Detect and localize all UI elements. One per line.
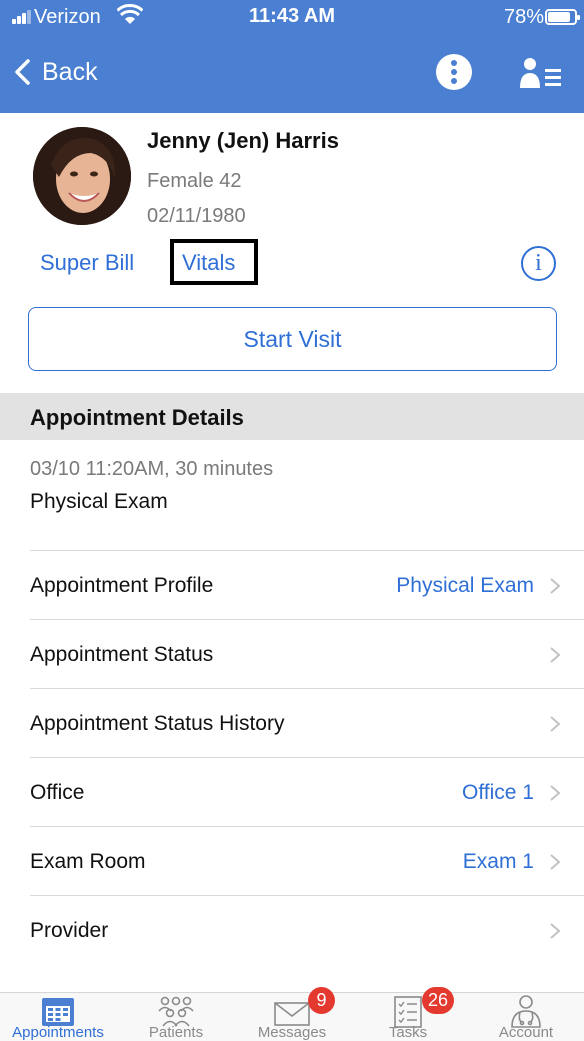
chevron-right-icon [550, 854, 561, 870]
row-value: Exam 1 [462, 850, 534, 873]
tab-label: Appointments [12, 1024, 104, 1041]
row-appointment-status[interactable]: Appointment Status [30, 619, 584, 688]
row-value: Office 1 [462, 781, 534, 804]
chevron-right-icon [550, 578, 561, 594]
section-title: Appointment Details [30, 405, 244, 430]
tab-label: Account [498, 1024, 554, 1041]
tab-label: Messages [257, 1024, 327, 1041]
row-value: Physical Exam [396, 574, 534, 597]
back-button[interactable]: Back [12, 50, 98, 94]
tab-bar: Appointments Patients 9 Messages 26 Task… [0, 987, 584, 1041]
appointment-time: 03/10 11:20AM, 30 minutes [30, 458, 274, 480]
row-provider[interactable]: Provider [30, 895, 584, 964]
patient-gender-age: Female 42 [147, 170, 242, 192]
patient-avatar [33, 127, 131, 225]
tasks-badge: 26 [422, 987, 455, 1014]
patient-name: Jenny (Jen) Harris [147, 128, 339, 153]
messages-badge: 9 [308, 987, 335, 1014]
tab-patients[interactable]: Patients [118, 993, 234, 1041]
row-appointment-status-history[interactable]: Appointment Status History [30, 688, 584, 757]
navigation-bar: Verizon 11:43 AM 78% Back [0, 0, 584, 113]
row-label: Office [30, 781, 85, 804]
appointment-details-header: Appointment Details [0, 393, 584, 440]
patient-dob: 02/11/1980 [147, 205, 246, 227]
more-options-icon[interactable] [436, 54, 472, 90]
info-icon[interactable]: i [521, 246, 556, 281]
row-office[interactable]: Office Office 1 [30, 757, 584, 826]
chevron-left-icon [15, 59, 30, 85]
super-bill-link[interactable]: Super Bill [40, 250, 134, 276]
chevron-right-icon [550, 923, 561, 939]
start-visit-button[interactable]: Start Visit [28, 307, 557, 371]
chevron-right-icon [550, 647, 561, 663]
chevron-right-icon [550, 785, 561, 801]
back-label: Back [42, 57, 98, 86]
battery-icon [545, 9, 580, 25]
tab-label: Tasks [388, 1024, 428, 1041]
row-label: Provider [30, 919, 109, 942]
battery-percentage: 78% [504, 6, 545, 28]
patient-list-icon[interactable] [519, 56, 563, 90]
row-label: Exam Room [30, 850, 146, 873]
row-label: Appointment Profile [30, 574, 214, 597]
appointment-type: Physical Exam [30, 490, 168, 513]
appointment-detail-list: Appointment Profile Physical Exam Appoin… [30, 550, 584, 964]
tab-account[interactable]: Account [468, 993, 584, 1041]
row-appointment-profile[interactable]: Appointment Profile Physical Exam [30, 550, 584, 619]
vitals-link[interactable]: Vitals [182, 250, 235, 276]
clock: 11:43 AM [249, 5, 335, 27]
tab-appointments[interactable]: Appointments [0, 993, 116, 1041]
status-bar: Verizon 11:43 AM 78% [0, 0, 584, 34]
tab-messages[interactable]: 9 Messages [234, 987, 350, 1041]
tab-tasks[interactable]: 26 Tasks [350, 987, 466, 1041]
row-exam-room[interactable]: Exam Room Exam 1 [30, 826, 584, 895]
tab-label: Patients [148, 1024, 204, 1041]
row-label: Appointment Status History [30, 712, 285, 735]
row-label: Appointment Status [30, 643, 214, 666]
chevron-right-icon [550, 716, 561, 732]
